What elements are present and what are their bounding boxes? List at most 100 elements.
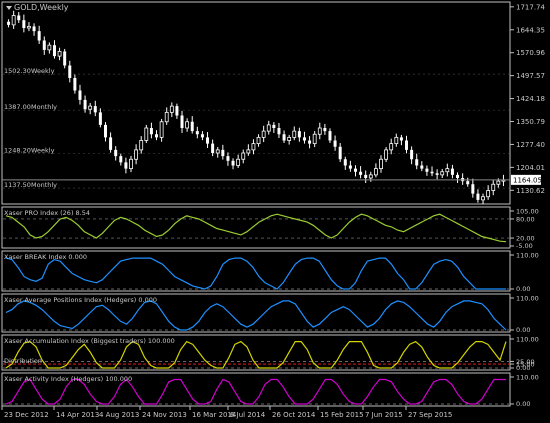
candle-body: [185, 121, 190, 129]
indicator-tick-label: 80.00: [516, 215, 535, 223]
price-tick-label: 1570.96: [516, 49, 545, 57]
indicator-label: Xaser PRO Index (26) 8.54: [4, 209, 90, 217]
indicator-tick-label: 110.00: [516, 295, 539, 303]
price-tick-label: 1424.18: [516, 95, 545, 103]
candle-body: [169, 105, 174, 113]
candle-body: [27, 26, 31, 29]
time-tick-label: 15 Feb 2015: [320, 411, 364, 419]
candle-body: [246, 149, 251, 154]
candle-body: [481, 196, 485, 201]
candle-body: [384, 149, 389, 160]
candle-body: [430, 171, 434, 174]
candle-body: [292, 130, 297, 138]
candle-body: [496, 180, 501, 185]
indicator-tick-label: 105.00: [516, 208, 539, 216]
candle-body: [98, 112, 102, 125]
indicator-label: Xaser Activity Index (Hedgers) 100.000: [4, 375, 132, 383]
candle-body: [425, 168, 429, 172]
candle-body: [42, 40, 46, 50]
candle-body: [415, 159, 419, 166]
candle-body: [440, 171, 445, 176]
candle-body: [471, 184, 475, 194]
candle-body: [333, 140, 337, 147]
price-tick-label: 1497.57: [516, 72, 545, 80]
time-tick-label: 26 Oct 2014: [272, 411, 316, 419]
time-tick-label: 4 Aug 2013: [99, 411, 139, 419]
candle-body: [410, 149, 414, 160]
candle-body: [93, 106, 97, 113]
time-tick-label: 27 Sep 2015: [408, 411, 452, 419]
candle-body: [297, 131, 301, 138]
current-price-tag: 1164.05: [511, 174, 542, 185]
candle-body: [52, 45, 56, 57]
candle-body: [359, 171, 363, 175]
candle-body: [200, 134, 204, 138]
candle-body: [17, 15, 21, 21]
candle-body: [312, 133, 317, 145]
candle-body: [109, 137, 113, 150]
candle-body: [68, 65, 72, 78]
candle-body: [134, 149, 139, 160]
candle-body: [272, 124, 276, 128]
candle-body: [420, 165, 424, 169]
price-tick-label: 1204.01: [516, 164, 545, 172]
candle-body: [149, 128, 153, 135]
candle-body: [302, 137, 306, 141]
candle-body: [155, 134, 159, 138]
candle-body: [221, 149, 225, 157]
candle-body: [73, 78, 77, 91]
level-price-label: 1137.50: [4, 181, 31, 189]
level-period-label: Weekly: [31, 147, 55, 155]
candle-body: [236, 158, 241, 166]
candle-body: [338, 146, 342, 160]
candle-body: [159, 121, 164, 138]
candle-body: [180, 115, 184, 128]
indicator-label: Xaser Accumulation Index (Biggest trader…: [4, 337, 175, 345]
candle-body: [287, 136, 292, 141]
indicator-tick-label: 0.00: [516, 326, 530, 334]
time-tick-label: 7 Jun 2015: [365, 411, 403, 419]
trading-chart[interactable]: GOLD,Weekly 1502.30 Weekly1387.00 Monthly1…: [0, 0, 550, 423]
candle-body: [466, 181, 470, 185]
candle-body: [129, 158, 133, 170]
price-axis[interactable]: 1717.74 1644.35 1570.96 1497.57 1424.18 1350.…: [510, 3, 545, 195]
indicator-label: Xaser BREAK Index 0.000: [4, 253, 87, 261]
candle-body: [164, 111, 169, 123]
candle-body: [32, 26, 36, 32]
price-tick-label: 1350.79: [516, 118, 545, 126]
candle-body: [251, 143, 256, 151]
candle-body: [328, 131, 332, 141]
candle-body: [22, 20, 26, 28]
indicator-label: Xaser Average Positions Index (Hedgers) …: [4, 296, 157, 304]
candle-body: [476, 193, 480, 200]
price-tick-label: 1644.35: [516, 26, 545, 34]
candle-body: [124, 162, 128, 169]
price-tick-label: 1277.40: [516, 141, 545, 149]
candle-body: [63, 51, 67, 66]
candle-body: [389, 143, 394, 151]
indicator-tick-label: 0.00: [516, 400, 530, 408]
level-price-label: 1502.30: [4, 67, 31, 75]
indicator-tick-label: 110.00: [516, 252, 539, 260]
candle-body: [317, 127, 322, 135]
candle-body: [373, 168, 378, 176]
candle-body: [450, 168, 454, 175]
time-tick-label: 23 Dec 2012: [4, 411, 49, 419]
level-price-label: 1387.00: [4, 103, 31, 111]
indicator-tick-label: 0.00: [516, 364, 530, 372]
candle-body: [282, 134, 286, 141]
indicator-tick-label: 0.00: [516, 285, 530, 293]
candle-body: [226, 156, 230, 161]
svg-text:1164.05: 1164.05: [513, 176, 542, 184]
candle-body: [11, 15, 16, 26]
candle-body: [456, 174, 460, 178]
candle-body: [353, 168, 357, 172]
level-period-label: Monthly: [31, 181, 57, 189]
candle-body: [486, 190, 491, 198]
candle-body: [323, 128, 327, 132]
candle-body: [175, 106, 179, 116]
candle-body: [405, 140, 409, 150]
price-tick-label: 1130.62: [516, 187, 545, 195]
candle-body: [379, 158, 383, 170]
candle-body: [231, 160, 235, 166]
